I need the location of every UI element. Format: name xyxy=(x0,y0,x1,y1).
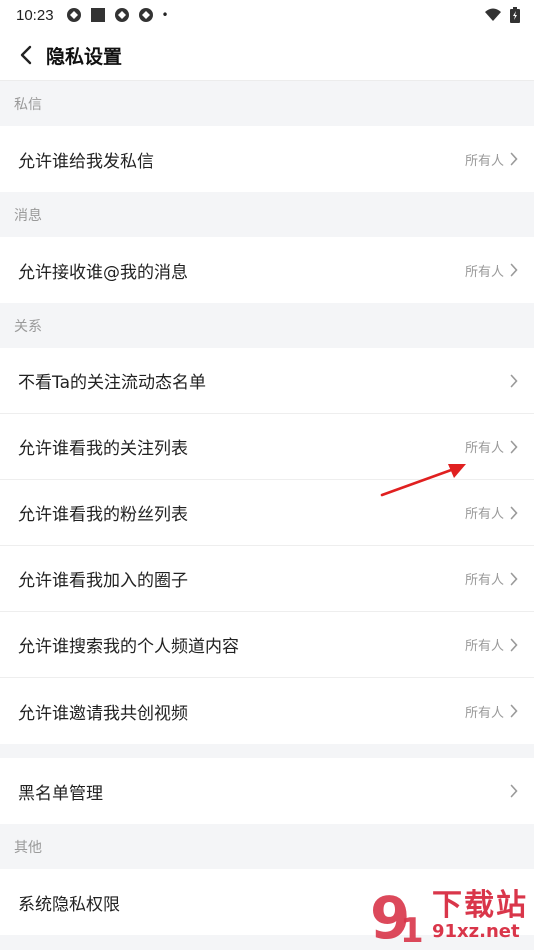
chevron-right-icon xyxy=(510,506,520,520)
back-button[interactable] xyxy=(14,43,38,67)
section-header-private-message: 私信 xyxy=(0,81,534,126)
setting-row-co-create-invite[interactable]: 允许谁邀请我共创视频 所有人 xyxy=(0,678,534,744)
chevron-right-icon xyxy=(510,152,520,166)
chevron-right-icon xyxy=(510,704,520,718)
section-gap xyxy=(0,744,534,758)
setting-value: 所有人 xyxy=(464,264,504,280)
chevron-right-icon xyxy=(510,638,520,652)
setting-row-following-list[interactable]: 允许谁看我的关注列表 所有人 xyxy=(0,414,534,480)
setting-value: 所有人 xyxy=(464,639,504,654)
status-dot: • xyxy=(161,8,169,22)
setting-value: 所有人 xyxy=(464,705,504,721)
page-title: 隐私设置 xyxy=(46,45,123,68)
setting-label: 允许谁看我加入的圈子 xyxy=(18,571,188,591)
setting-label: 允许谁搜索我的个人频道内容 xyxy=(18,637,239,657)
nav-bar: 隐私设置 xyxy=(0,30,534,81)
setting-label: 允许接收谁@我的消息 xyxy=(18,262,188,283)
setting-row-blacklist[interactable]: 黑名单管理 xyxy=(0,758,534,824)
chevron-right-icon xyxy=(510,440,520,454)
setting-label: 允许谁给我发私信 xyxy=(18,151,154,172)
app-icon xyxy=(66,8,81,22)
chevron-right-icon xyxy=(510,263,520,277)
app-icon xyxy=(90,8,105,22)
status-system-icons xyxy=(484,7,520,23)
chevron-left-icon xyxy=(20,45,32,65)
setting-label: 不看Ta的关注流动态名单 xyxy=(18,373,206,393)
section-header-other: 其他 xyxy=(0,824,534,869)
section-header-relations: 关系 xyxy=(0,303,534,348)
setting-row-feed-block-list[interactable]: 不看Ta的关注流动态名单 xyxy=(0,348,534,414)
setting-label: 黑名单管理 xyxy=(18,783,103,804)
setting-label: 允许谁看我的关注列表 xyxy=(18,439,188,459)
setting-value: 所有人 xyxy=(464,153,504,169)
wifi-icon xyxy=(485,8,501,21)
chevron-right-icon xyxy=(510,374,520,388)
section-header-messages: 消息 xyxy=(0,192,534,237)
chevron-right-icon xyxy=(510,784,520,798)
setting-row-private-message[interactable]: 允许谁给我发私信 所有人 xyxy=(0,126,534,192)
chevron-right-icon xyxy=(510,572,520,586)
setting-value: 所有人 xyxy=(464,507,504,522)
app-icon xyxy=(114,8,129,22)
setting-value: 所有人 xyxy=(464,441,504,456)
setting-row-followers-list[interactable]: 允许谁看我的粉丝列表 所有人 xyxy=(0,480,534,546)
setting-row-mentions[interactable]: 允许接收谁@我的消息 所有人 xyxy=(0,237,534,303)
setting-value: 所有人 xyxy=(464,573,504,588)
setting-row-joined-circles[interactable]: 允许谁看我加入的圈子 所有人 xyxy=(0,546,534,612)
setting-row-channel-search[interactable]: 允许谁搜索我的个人频道内容 所有人 xyxy=(0,612,534,678)
battery-icon xyxy=(510,7,520,23)
setting-row-system-permissions[interactable]: 系统隐私权限 xyxy=(0,869,534,935)
app-icon xyxy=(138,8,153,22)
status-notification-icons: • xyxy=(66,7,169,23)
status-time: 10:23 xyxy=(16,6,54,24)
setting-label: 系统隐私权限 xyxy=(18,894,120,915)
setting-label: 允许谁看我的粉丝列表 xyxy=(18,505,188,525)
setting-label: 允许谁邀请我共创视频 xyxy=(18,703,188,724)
status-bar: 10:23 • xyxy=(0,0,534,30)
